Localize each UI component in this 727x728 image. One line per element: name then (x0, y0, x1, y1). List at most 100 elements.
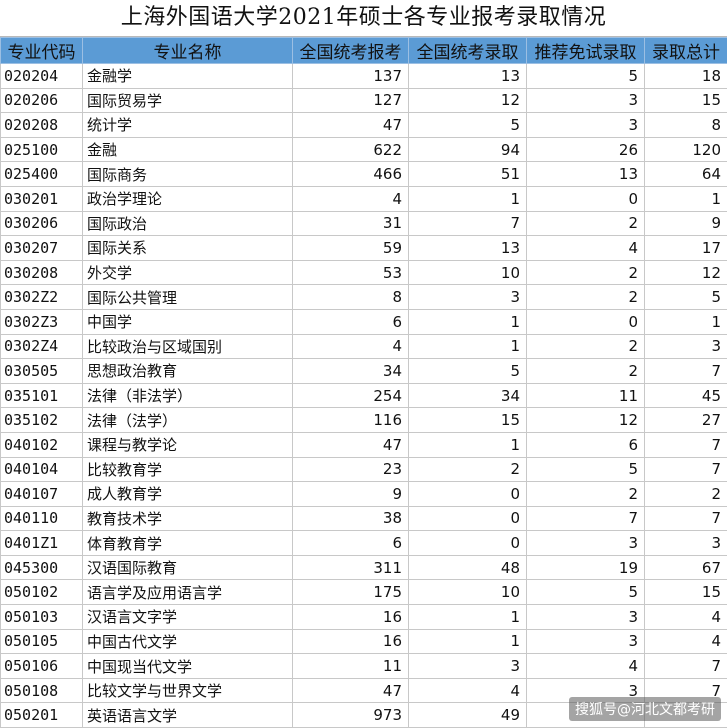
admitted-cell[interactable]: 1 (409, 629, 527, 654)
admitted-cell[interactable]: 51 (409, 162, 527, 187)
total-cell[interactable]: 9 (645, 211, 727, 236)
admitted-cell[interactable]: 2 (409, 457, 527, 482)
applied-cell[interactable]: 4 (293, 186, 409, 211)
name-cell[interactable]: 英语语言文学 (83, 703, 293, 728)
total-cell[interactable]: 64 (645, 162, 727, 187)
header-cell-code[interactable]: 专业代码 (1, 38, 83, 64)
total-cell[interactable]: 7 (645, 506, 727, 531)
code-cell[interactable]: 0302Z4 (1, 334, 83, 359)
name-cell[interactable]: 法律（非法学） (83, 383, 293, 408)
code-cell[interactable]: 020208 (1, 113, 83, 138)
admitted-cell[interactable]: 1 (409, 605, 527, 630)
admitted-cell[interactable]: 1 (409, 186, 527, 211)
recommended-cell[interactable]: 3 (527, 605, 645, 630)
recommended-cell[interactable]: 11 (527, 383, 645, 408)
name-cell[interactable]: 国际关系 (83, 236, 293, 261)
recommended-cell[interactable]: 5 (527, 457, 645, 482)
admitted-cell[interactable]: 5 (409, 113, 527, 138)
total-cell[interactable]: 1 (645, 309, 727, 334)
total-cell[interactable]: 120 (645, 137, 727, 162)
admitted-cell[interactable]: 1 (409, 334, 527, 359)
name-cell[interactable]: 法律（法学） (83, 408, 293, 433)
total-cell[interactable]: 5 (645, 285, 727, 310)
name-cell[interactable]: 思想政治教育 (83, 359, 293, 384)
code-cell[interactable]: 030207 (1, 236, 83, 261)
name-cell[interactable]: 比较教育学 (83, 457, 293, 482)
header-cell-recommended[interactable]: 推荐免试录取 (527, 38, 645, 64)
header-cell-name[interactable]: 专业名称 (83, 38, 293, 64)
total-cell[interactable]: 17 (645, 236, 727, 261)
recommended-cell[interactable]: 2 (527, 211, 645, 236)
code-cell[interactable]: 050108 (1, 678, 83, 703)
admitted-cell[interactable]: 3 (409, 654, 527, 679)
recommended-cell[interactable]: 2 (527, 359, 645, 384)
name-cell[interactable]: 政治学理论 (83, 186, 293, 211)
applied-cell[interactable]: 8 (293, 285, 409, 310)
recommended-cell[interactable]: 3 (527, 629, 645, 654)
applied-cell[interactable]: 116 (293, 408, 409, 433)
applied-cell[interactable]: 16 (293, 605, 409, 630)
applied-cell[interactable]: 47 (293, 678, 409, 703)
name-cell[interactable]: 中国学 (83, 309, 293, 334)
recommended-cell[interactable]: 13 (527, 162, 645, 187)
total-cell[interactable]: 67 (645, 555, 727, 580)
name-cell[interactable]: 课程与教学论 (83, 432, 293, 457)
applied-cell[interactable]: 6 (293, 309, 409, 334)
code-cell[interactable]: 040104 (1, 457, 83, 482)
admitted-cell[interactable]: 4 (409, 678, 527, 703)
applied-cell[interactable]: 16 (293, 629, 409, 654)
code-cell[interactable]: 030505 (1, 359, 83, 384)
recommended-cell[interactable]: 12 (527, 408, 645, 433)
total-cell[interactable]: 4 (645, 605, 727, 630)
code-cell[interactable]: 050103 (1, 605, 83, 630)
code-cell[interactable]: 050106 (1, 654, 83, 679)
recommended-cell[interactable]: 2 (527, 482, 645, 507)
admitted-cell[interactable]: 1 (409, 432, 527, 457)
admitted-cell[interactable]: 10 (409, 580, 527, 605)
applied-cell[interactable]: 311 (293, 555, 409, 580)
applied-cell[interactable]: 34 (293, 359, 409, 384)
total-cell[interactable]: 18 (645, 64, 727, 89)
total-cell[interactable]: 15 (645, 580, 727, 605)
applied-cell[interactable]: 254 (293, 383, 409, 408)
applied-cell[interactable]: 973 (293, 703, 409, 728)
name-cell[interactable]: 教育技术学 (83, 506, 293, 531)
total-cell[interactable]: 8 (645, 113, 727, 138)
applied-cell[interactable]: 31 (293, 211, 409, 236)
total-cell[interactable]: 45 (645, 383, 727, 408)
applied-cell[interactable]: 4 (293, 334, 409, 359)
name-cell[interactable]: 汉语言文字学 (83, 605, 293, 630)
admitted-cell[interactable]: 0 (409, 482, 527, 507)
code-cell[interactable]: 040110 (1, 506, 83, 531)
code-cell[interactable]: 050105 (1, 629, 83, 654)
recommended-cell[interactable]: 3 (527, 88, 645, 113)
header-cell-total[interactable]: 录取总计 (645, 38, 727, 64)
recommended-cell[interactable]: 3 (527, 113, 645, 138)
name-cell[interactable]: 成人教育学 (83, 482, 293, 507)
recommended-cell[interactable]: 26 (527, 137, 645, 162)
name-cell[interactable]: 体育教育学 (83, 531, 293, 556)
code-cell[interactable]: 030208 (1, 260, 83, 285)
applied-cell[interactable]: 137 (293, 64, 409, 89)
header-cell-applied[interactable]: 全国统考报考 (293, 38, 409, 64)
applied-cell[interactable]: 38 (293, 506, 409, 531)
admitted-cell[interactable]: 1 (409, 309, 527, 334)
admitted-cell[interactable]: 3 (409, 285, 527, 310)
admitted-cell[interactable]: 10 (409, 260, 527, 285)
header-cell-admitted[interactable]: 全国统考录取 (409, 38, 527, 64)
applied-cell[interactable]: 127 (293, 88, 409, 113)
code-cell[interactable]: 040107 (1, 482, 83, 507)
name-cell[interactable]: 金融 (83, 137, 293, 162)
admitted-cell[interactable]: 94 (409, 137, 527, 162)
name-cell[interactable]: 金融学 (83, 64, 293, 89)
recommended-cell[interactable]: 5 (527, 580, 645, 605)
admitted-cell[interactable]: 15 (409, 408, 527, 433)
admitted-cell[interactable]: 48 (409, 555, 527, 580)
recommended-cell[interactable]: 7 (527, 506, 645, 531)
total-cell[interactable]: 3 (645, 334, 727, 359)
total-cell[interactable]: 3 (645, 531, 727, 556)
admitted-cell[interactable]: 0 (409, 506, 527, 531)
code-cell[interactable]: 020204 (1, 64, 83, 89)
applied-cell[interactable]: 11 (293, 654, 409, 679)
code-cell[interactable]: 035101 (1, 383, 83, 408)
